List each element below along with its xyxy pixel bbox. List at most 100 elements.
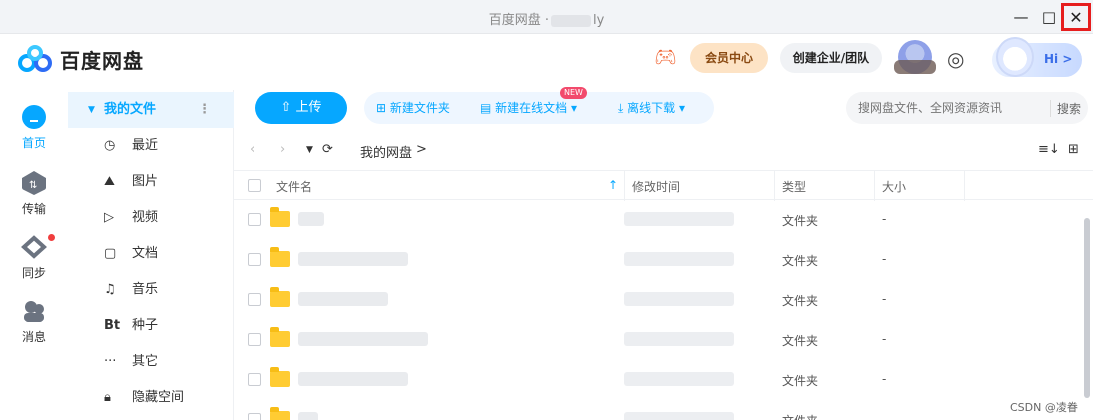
file-size: - <box>882 332 887 346</box>
row-checkbox[interactable] <box>248 333 261 346</box>
settings-icon[interactable]: ◎ <box>947 47 964 71</box>
game-icon[interactable]: 🎮︎ <box>654 47 677 68</box>
close-button[interactable]: ✕ <box>1061 3 1091 31</box>
maximize-button[interactable]: □ <box>1036 5 1062 29</box>
column-name[interactable]: 文件名 <box>276 178 312 195</box>
file-name-blurred <box>298 292 388 306</box>
back-icon[interactable]: ‹ <box>250 142 255 157</box>
sidebar-item-other[interactable]: ··· 其它 <box>68 344 234 380</box>
sidebar-item-recent[interactable]: ◷ 最近 <box>68 128 234 164</box>
cloud-icon <box>22 105 46 129</box>
row-checkbox[interactable] <box>248 253 261 266</box>
sync-icon <box>21 235 47 259</box>
folder-icon <box>270 207 290 227</box>
sidebar-item-images[interactable]: ⛰ 图片 <box>68 164 234 200</box>
app-header: 百度网盘 🎮︎ 会员中心 创建企业/团队 ◎ Hi > <box>0 34 1093 84</box>
modified-time-blurred <box>624 372 734 386</box>
upload-button[interactable]: ⇧ 上传 <box>255 92 347 124</box>
nav-sync[interactable]: 同步 <box>0 234 68 281</box>
sidebar-item-music[interactable]: ♫ 音乐 <box>68 272 234 308</box>
column-type[interactable]: 类型 <box>782 178 806 195</box>
table-header: 文件名 ↑ 修改时间 类型 大小 <box>234 170 1093 201</box>
new-online-doc-button[interactable]: ▤ 新建在线文档 ▾ <box>480 96 577 120</box>
search-input[interactable] <box>858 92 1048 124</box>
nav-home[interactable]: 首页 <box>0 104 68 151</box>
more-icon[interactable]: ⋮ <box>198 92 211 128</box>
breadcrumb: ‹ › ▼ ⟳ 我的网盘 > ≡↓ ⊞ <box>234 136 1093 164</box>
left-nav: 首页 ⇅ 传输 同步 消息 <box>0 90 68 420</box>
file-name-blurred <box>298 332 428 346</box>
nav-message[interactable]: 消息 <box>0 298 68 345</box>
file-size: - <box>882 212 887 226</box>
notification-dot <box>48 234 55 241</box>
minimize-button[interactable]: — <box>1008 5 1034 29</box>
sidebar: ▼ 我的文件 ⋮ ◷ 最近 ⛰ 图片 ▷ 视频 ▢ 文档 ♫ 音乐 Bt 种子 … <box>68 90 234 420</box>
baidu-netdisk-logo-icon <box>18 45 52 72</box>
folder-icon <box>270 247 290 267</box>
new-folder-icon: ⊞ <box>376 101 387 115</box>
nav-message-label: 消息 <box>21 330 46 344</box>
sidebar-item-torrents[interactable]: Bt 种子 <box>68 308 234 344</box>
forward-icon[interactable]: › <box>280 142 285 157</box>
history-dropdown-icon[interactable]: ▼ <box>306 145 313 155</box>
sidebar-item-label: 视频 <box>132 210 159 225</box>
table-row[interactable]: 文件夹 - <box>234 360 1086 400</box>
file-type: 文件夹 <box>782 254 819 268</box>
file-name-blurred <box>298 412 318 420</box>
message-icon <box>24 301 44 322</box>
download-icon: ⤓ <box>618 101 624 115</box>
nav-transfer[interactable]: ⇅ 传输 <box>0 170 68 217</box>
new-folder-button[interactable]: ⊞ 新建文件夹 <box>376 96 450 120</box>
table-row[interactable]: 文件夹 - <box>234 200 1086 240</box>
file-size: - <box>882 292 887 306</box>
modified-time-blurred <box>624 412 734 420</box>
row-checkbox[interactable] <box>248 413 261 420</box>
sidebar-item-videos[interactable]: ▷ 视频 <box>68 200 234 236</box>
table-row[interactable]: 文件夹 - <box>234 240 1086 280</box>
sidebar-item-hidden-space[interactable]: 🔒︎ 隐藏空间 <box>68 380 234 416</box>
file-size: - <box>882 252 887 266</box>
file-type: 文件夹 <box>782 374 819 388</box>
row-checkbox[interactable] <box>248 293 261 306</box>
assistant-mascot-icon <box>996 37 1034 77</box>
nav-sync-label: 同步 <box>21 266 46 280</box>
upload-icon: ⇧ <box>280 100 292 115</box>
row-checkbox[interactable] <box>248 373 261 386</box>
new-doc-icon: ▤ <box>480 101 492 115</box>
table-row[interactable]: 文件夹 - <box>234 280 1086 320</box>
column-size[interactable]: 大小 <box>882 178 906 195</box>
grid-view-icon[interactable]: ⊞ <box>1068 142 1079 157</box>
offline-download-button[interactable]: ⤓ 离线下载 ▾ <box>618 96 685 120</box>
sort-icon[interactable]: ≡↓ <box>1038 142 1060 157</box>
breadcrumb-root[interactable]: 我的网盘 <box>360 142 412 161</box>
logo[interactable]: 百度网盘 <box>18 44 144 74</box>
sidebar-item-docs[interactable]: ▢ 文档 <box>68 236 234 272</box>
file-type: 文件夹 <box>782 214 819 228</box>
clock-icon: ◷ <box>104 138 116 153</box>
sidebar-item-my-files[interactable]: ▼ 我的文件 ⋮ <box>68 92 234 128</box>
table-row[interactable]: 文件夹 - <box>234 320 1086 360</box>
offline-download-label: 离线下载 <box>627 101 676 115</box>
refresh-icon[interactable]: ⟳ <box>322 142 333 157</box>
caret-down-icon: ▼ <box>88 105 95 115</box>
title-bar: 百度网盘 · ly — □ ✕ <box>0 0 1093 34</box>
bt-icon: Bt <box>104 318 121 333</box>
sort-ascending-icon[interactable]: ↑ <box>608 178 618 192</box>
vip-center-button[interactable]: 会员中心 <box>690 43 768 73</box>
sidebar-item-label: 种子 <box>132 318 159 333</box>
sidebar-item-label: 图片 <box>132 174 159 189</box>
assistant-badge[interactable]: Hi > <box>992 37 1082 77</box>
file-size: - <box>882 372 887 386</box>
file-name-blurred <box>298 212 324 226</box>
file-type: 文件夹 <box>782 294 819 308</box>
row-checkbox[interactable] <box>248 213 261 226</box>
column-modified-time[interactable]: 修改时间 <box>632 178 680 195</box>
table-row[interactable]: 文件夹 <box>234 400 1086 420</box>
search-button[interactable]: 搜索 <box>1050 100 1081 117</box>
window-title: 百度网盘 · ly <box>488 13 605 28</box>
toolbar: ⇧ 上传 ⊞ 新建文件夹 ▤ 新建在线文档 ▾ ⤓ 离线下载 ▾ NEW 搜索 <box>234 87 1093 128</box>
dropdown-icon: ▾ <box>571 101 578 115</box>
create-team-button[interactable]: 创建企业/团队 <box>780 43 882 73</box>
scrollbar[interactable] <box>1084 218 1090 398</box>
select-all-checkbox[interactable] <box>248 179 261 192</box>
